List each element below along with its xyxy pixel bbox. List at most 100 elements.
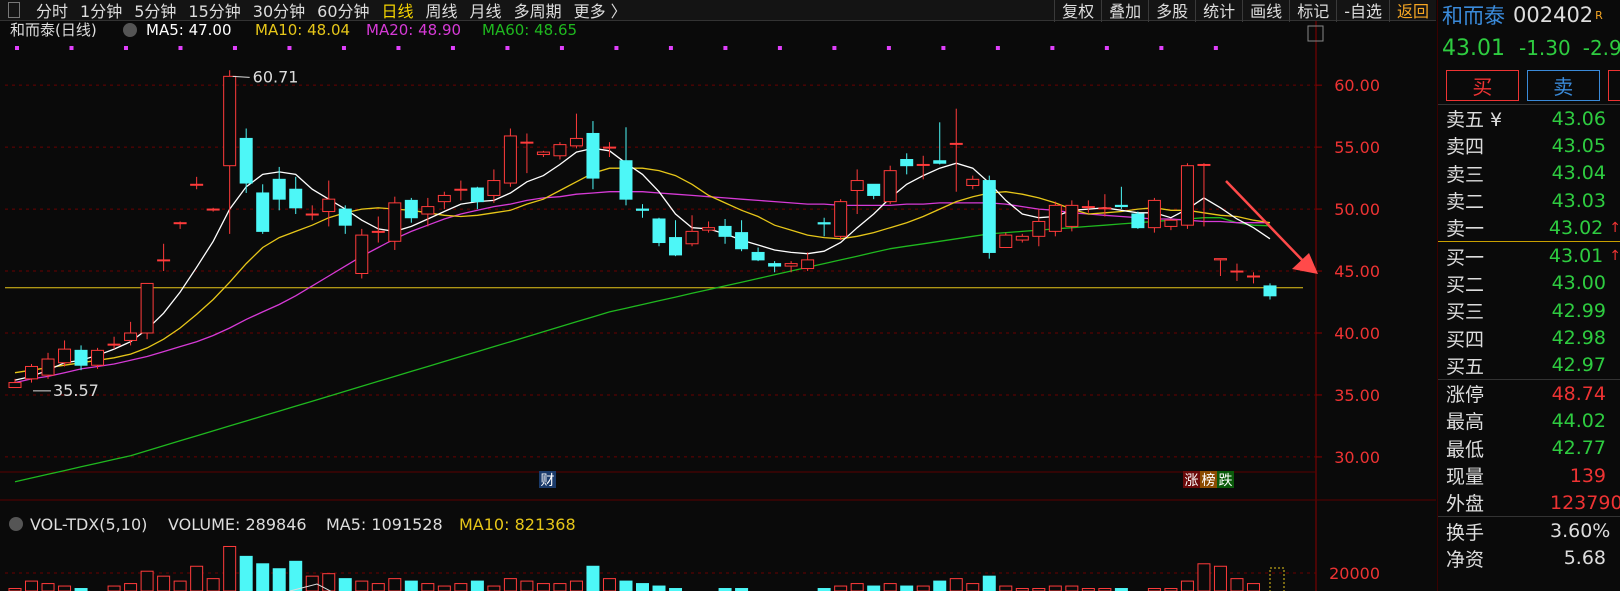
- candle-body[interactable]: [702, 227, 716, 231]
- ask-row[interactable]: 卖四 43.05: [1438, 132, 1620, 159]
- tool-button-5[interactable]: 标记: [1289, 0, 1336, 22]
- candle-body[interactable]: [124, 332, 138, 341]
- more-trade-button[interactable]: [1607, 69, 1620, 101]
- candle-body[interactable]: [916, 163, 930, 166]
- bid-row[interactable]: 买一 43.01 ↑: [1438, 242, 1620, 269]
- candle-body[interactable]: [883, 170, 897, 203]
- candle-body[interactable]: [834, 201, 848, 237]
- candle-body[interactable]: [1015, 235, 1029, 241]
- candle-body[interactable]: [1213, 258, 1227, 261]
- candle-body[interactable]: [1048, 204, 1062, 232]
- period-tab-6[interactable]: 日线: [376, 0, 420, 22]
- period-tab-3[interactable]: 15分钟: [182, 0, 246, 22]
- candle-body[interactable]: [933, 160, 947, 164]
- candle-body[interactable]: [685, 230, 699, 245]
- candle-body[interactable]: [1081, 206, 1095, 209]
- candle-body[interactable]: [41, 358, 55, 376]
- candle-body[interactable]: [817, 222, 831, 225]
- candle-body[interactable]: [999, 234, 1013, 248]
- candle-body[interactable]: [982, 180, 996, 253]
- candle-body[interactable]: [966, 178, 980, 187]
- tool-button-1[interactable]: 叠加: [1101, 0, 1148, 22]
- ask-row[interactable]: 卖一 43.02 ↑: [1438, 214, 1620, 241]
- period-tab-2[interactable]: 5分钟: [128, 0, 182, 22]
- candle-body[interactable]: [355, 234, 369, 275]
- ask-row[interactable]: 卖二 43.03: [1438, 187, 1620, 214]
- candle-body[interactable]: [669, 237, 683, 256]
- stat-row[interactable]: 现量 139: [1438, 462, 1620, 489]
- stat-row[interactable]: 最低 42.77: [1438, 435, 1620, 462]
- period-tab-9[interactable]: 多周期: [508, 0, 568, 22]
- legend-toggle-icon[interactable]: [123, 23, 137, 37]
- candle-body[interactable]: [1230, 270, 1244, 273]
- candle-body[interactable]: [1065, 204, 1079, 227]
- candle-body[interactable]: [1164, 219, 1178, 227]
- candle-body[interactable]: [751, 251, 765, 261]
- period-tab-0[interactable]: 分时: [30, 0, 74, 22]
- tool-button-0[interactable]: 复权: [1054, 0, 1101, 22]
- candle-body[interactable]: [1263, 285, 1277, 297]
- candle-body[interactable]: [58, 348, 72, 364]
- period-tab-8[interactable]: 月线: [464, 0, 508, 22]
- candle-body[interactable]: [157, 259, 171, 262]
- candle-body[interactable]: [470, 187, 484, 203]
- vol-legend-toggle-icon[interactable]: [9, 517, 23, 531]
- period-tab-10[interactable]: 更多 〉: [568, 0, 633, 22]
- candle-body[interactable]: [1032, 220, 1046, 237]
- candle-body[interactable]: [569, 137, 583, 147]
- bid-row[interactable]: 买二 43.00: [1438, 270, 1620, 297]
- ask-row[interactable]: 卖五 ¥ 43.06: [1438, 105, 1620, 132]
- candle-body[interactable]: [8, 382, 22, 389]
- candle-body[interactable]: [1147, 199, 1161, 229]
- stat-row[interactable]: 最高 44.02: [1438, 407, 1620, 434]
- candle-body[interactable]: [107, 343, 121, 346]
- candle-body[interactable]: [421, 206, 435, 215]
- candle-body[interactable]: [949, 142, 963, 145]
- stat-row[interactable]: 外盘 123790: [1438, 489, 1620, 516]
- stat-row[interactable]: 涨停 48.74: [1438, 380, 1620, 407]
- period-tab-5[interactable]: 60分钟: [311, 0, 375, 22]
- candle-body[interactable]: [850, 180, 864, 191]
- stock-name[interactable]: 和而泰: [1442, 0, 1505, 30]
- candle-body[interactable]: [735, 232, 749, 250]
- candle-body[interactable]: [801, 259, 815, 270]
- candle-body[interactable]: [338, 208, 352, 226]
- candle-body[interactable]: [900, 158, 914, 167]
- period-tab-7[interactable]: 周线: [420, 0, 464, 22]
- candle-body[interactable]: [272, 178, 286, 200]
- tool-button-6[interactable]: -自选: [1336, 0, 1389, 22]
- candle-body[interactable]: [1098, 207, 1112, 210]
- candle-body[interactable]: [454, 188, 468, 191]
- candle-body[interactable]: [74, 349, 88, 366]
- candle-body[interactable]: [404, 199, 418, 219]
- candle-body[interactable]: [190, 183, 204, 186]
- candle-body[interactable]: [1246, 275, 1260, 278]
- bid-row[interactable]: 买三 42.99: [1438, 297, 1620, 324]
- candle-body[interactable]: [867, 183, 881, 196]
- candle-body[interactable]: [652, 218, 666, 244]
- candle-body[interactable]: [718, 225, 732, 237]
- kline-chart[interactable]: 60.00 55.00 50.00 45.00 40.00 35.00 30.00 和而泰(日…: [0, 21, 1436, 591]
- candle-body[interactable]: [305, 213, 319, 216]
- candle-body[interactable]: [784, 263, 798, 267]
- candle-body[interactable]: [520, 141, 534, 144]
- candle-body[interactable]: [239, 137, 253, 184]
- candle-body[interactable]: [768, 263, 782, 267]
- candle-body[interactable]: [25, 365, 39, 380]
- tool-button-4[interactable]: 画线: [1242, 0, 1289, 22]
- stat2-row[interactable]: 净资 5.68: [1438, 545, 1620, 572]
- candle-body[interactable]: [619, 160, 633, 200]
- stat2-row[interactable]: 换手 3.60%: [1438, 517, 1620, 544]
- tool-button-2[interactable]: 多股: [1148, 0, 1195, 22]
- tool-button-7[interactable]: 返回: [1388, 0, 1436, 22]
- candle-body[interactable]: [487, 180, 501, 196]
- candle-body[interactable]: [256, 192, 270, 232]
- period-tab-1[interactable]: 1分钟: [74, 0, 128, 22]
- period-tab-4[interactable]: 30分钟: [247, 0, 311, 22]
- candle-body[interactable]: [1180, 165, 1194, 226]
- candle-body[interactable]: [289, 188, 303, 209]
- candle-body[interactable]: [206, 208, 220, 211]
- candle-body[interactable]: [503, 135, 517, 184]
- candle-body[interactable]: [437, 194, 451, 203]
- candle-body[interactable]: [173, 222, 187, 225]
